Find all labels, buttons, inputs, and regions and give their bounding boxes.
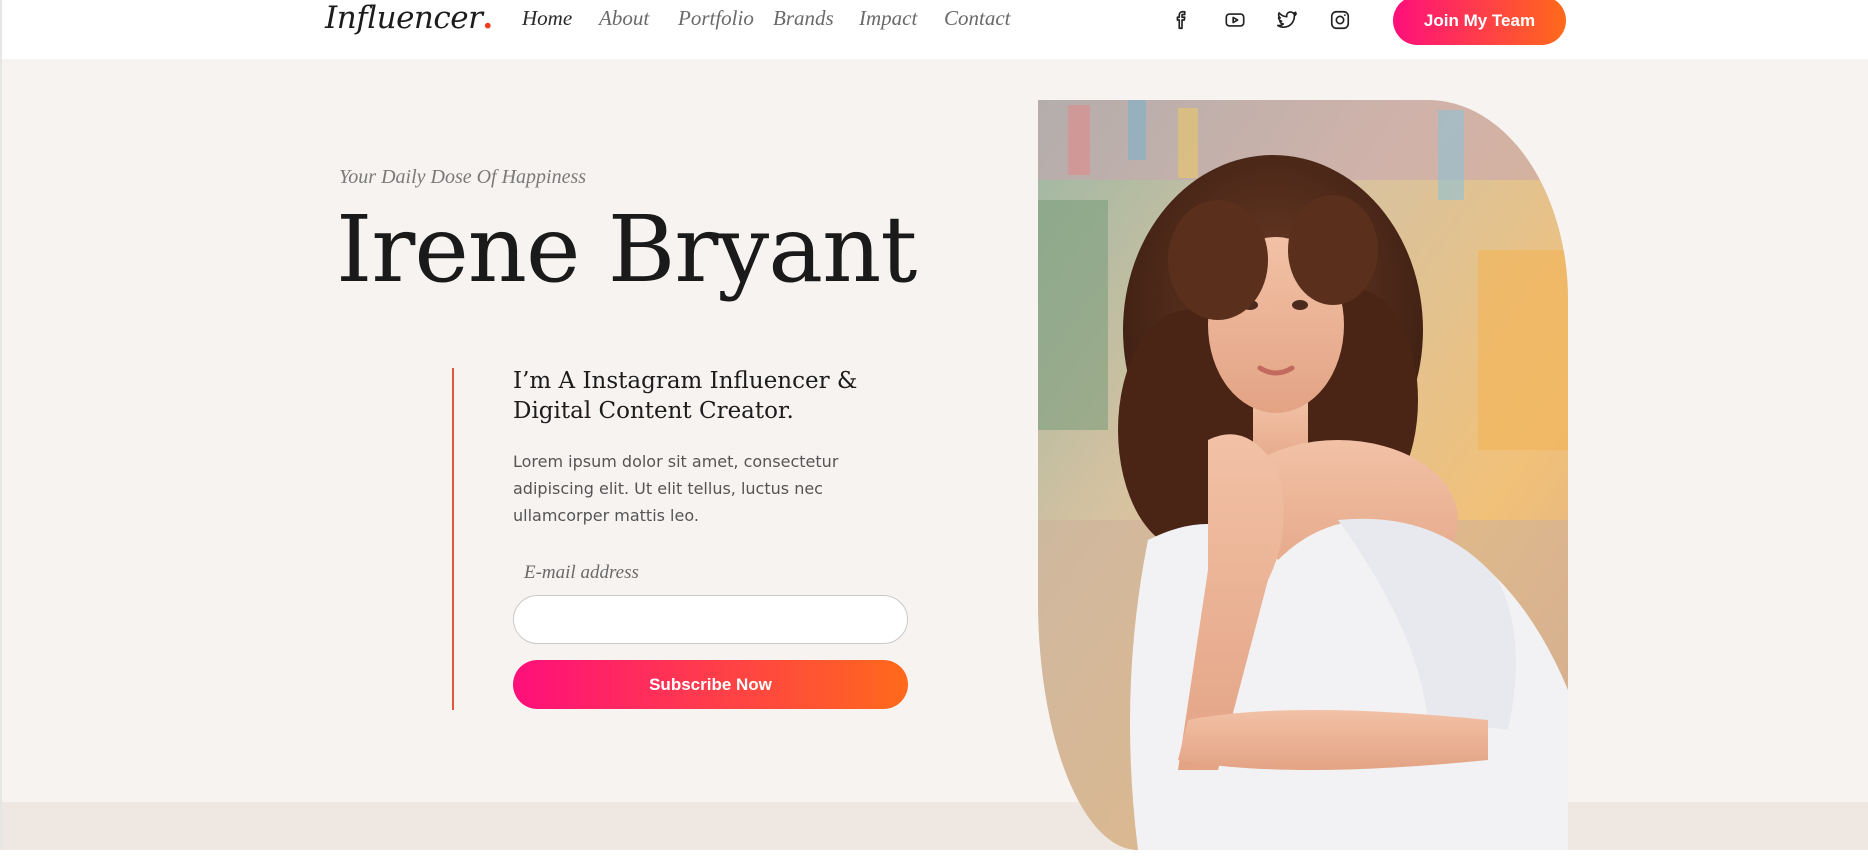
subscribe-button[interactable]: Subscribe Now <box>513 660 908 709</box>
accent-divider <box>452 368 454 710</box>
twitter-icon[interactable] <box>1274 8 1300 32</box>
nav-impact[interactable]: Impact <box>859 6 917 31</box>
nav-contact[interactable]: Contact <box>944 6 1011 31</box>
join-my-team-button[interactable]: Join My Team <box>1393 0 1566 45</box>
hero-subtitle: I’m A Instagram Influencer & Digital Con… <box>513 368 858 424</box>
hero-bottom-band <box>0 802 1868 850</box>
site-header: Influencer. Home About Portfolio Brands … <box>0 0 1868 59</box>
youtube-icon[interactable] <box>1222 8 1248 32</box>
hero-section <box>0 59 1868 802</box>
instagram-icon[interactable] <box>1327 8 1353 32</box>
nav-home[interactable]: Home <box>522 6 572 31</box>
hero-tagline: Your Daily Dose Of Happiness <box>339 166 587 188</box>
hero-portrait-image <box>1038 100 1568 850</box>
nav-about[interactable]: About <box>599 6 649 31</box>
hero-name: Irene Bryant <box>336 196 917 303</box>
email-label: E-mail address <box>524 562 639 583</box>
email-field[interactable] <box>513 595 908 644</box>
logo[interactable]: Influencer. <box>325 0 493 36</box>
facebook-icon[interactable] <box>1169 8 1195 32</box>
logo-text: Influencer <box>325 0 483 36</box>
logo-dot: . <box>482 0 493 36</box>
nav-brands[interactable]: Brands <box>773 6 834 31</box>
hero-description: Lorem ipsum dolor sit amet, consectetur … <box>513 452 839 525</box>
nav-portfolio[interactable]: Portfolio <box>678 6 754 31</box>
page-bottom-edge <box>0 850 1868 856</box>
page: Influencer. Home About Portfolio Brands … <box>0 0 1868 856</box>
